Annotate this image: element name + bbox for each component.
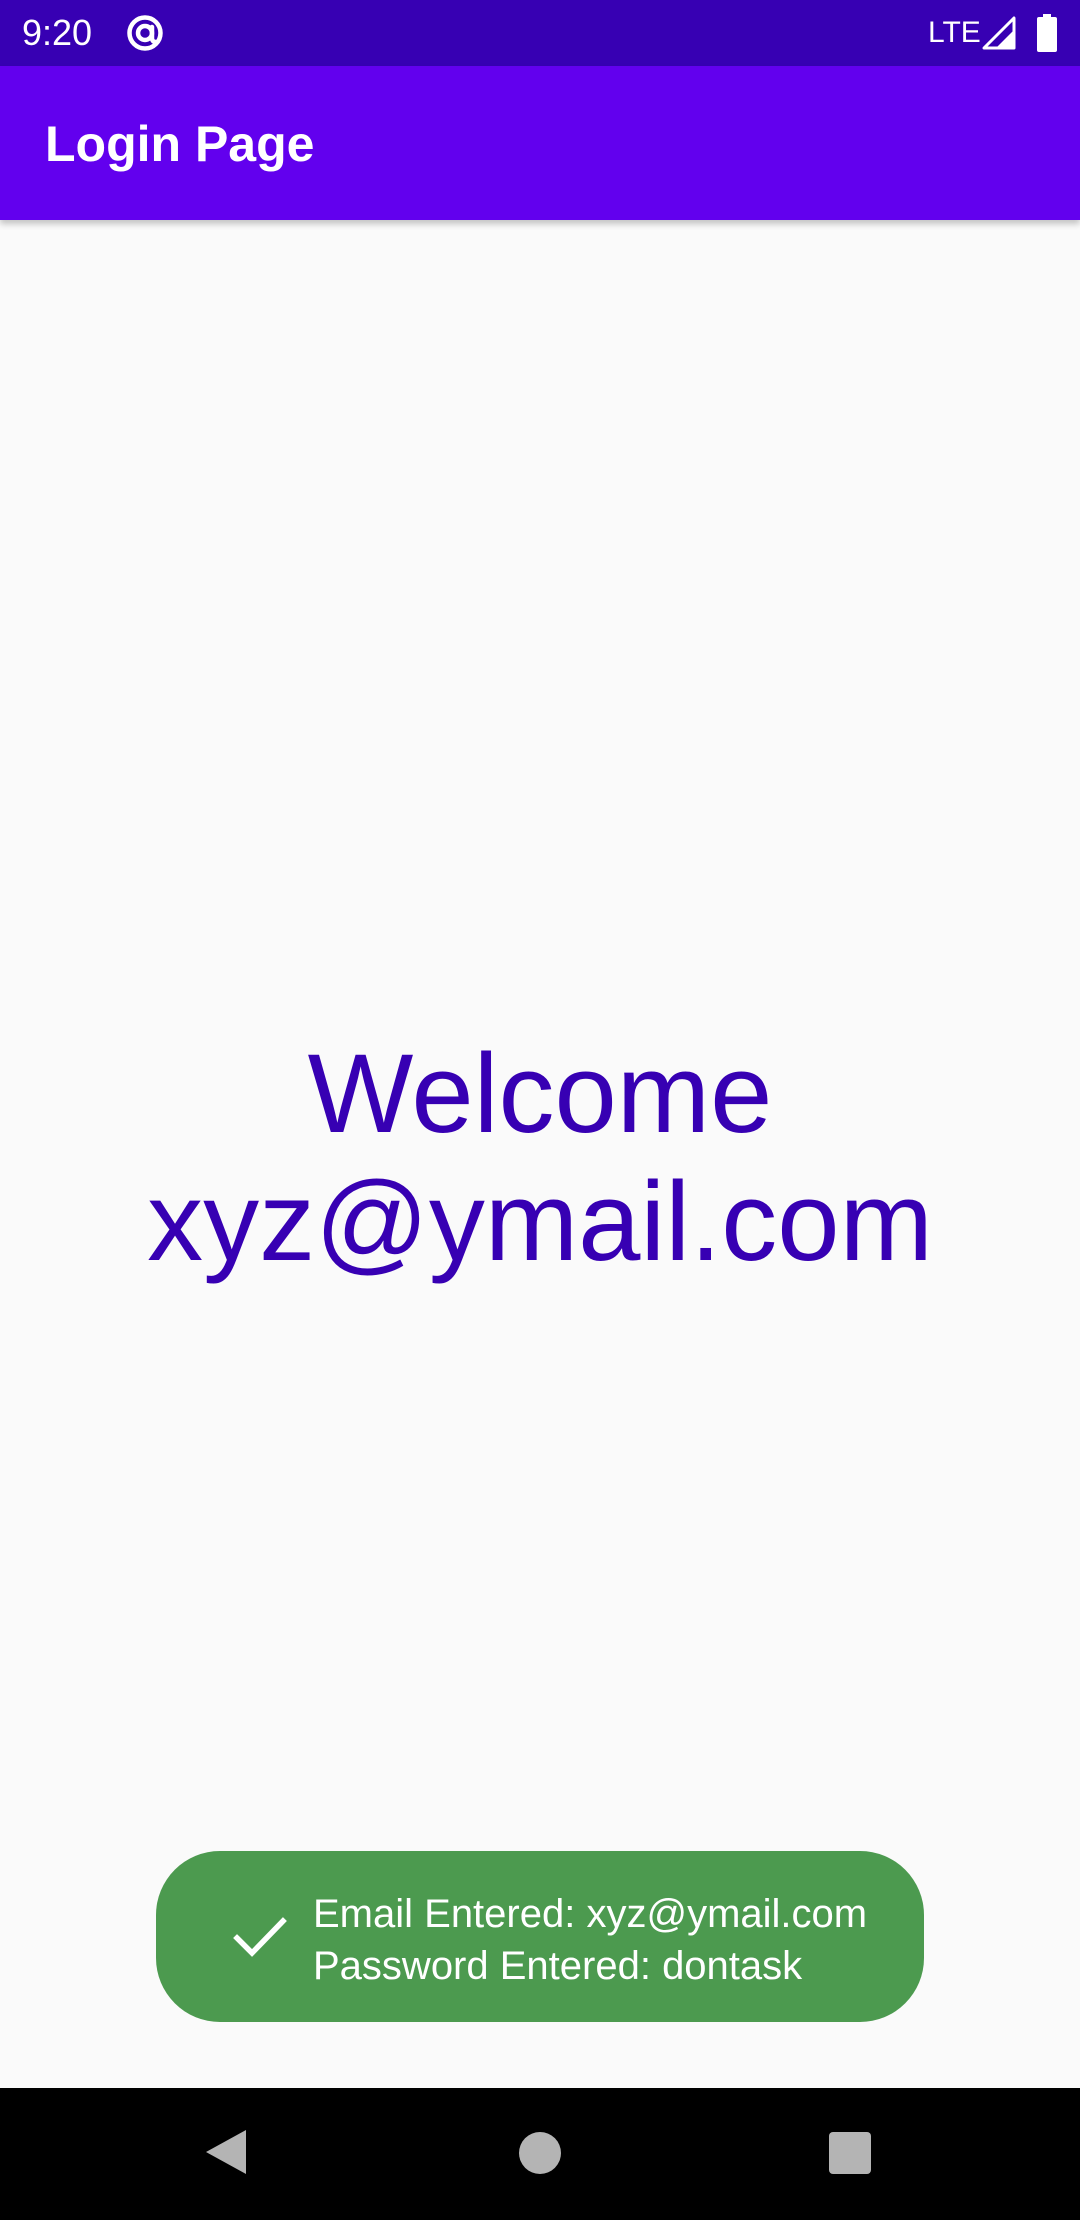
battery-icon [1037, 14, 1057, 52]
check-icon [233, 1917, 287, 1957]
home-icon[interactable] [519, 2132, 561, 2174]
at-sign-icon [127, 15, 163, 51]
login-snackbar: Email Entered: xyz@ymail.com Password En… [156, 1851, 924, 2022]
welcome-email: xyz@ymail.com [147, 1159, 933, 1284]
snackbar-password-line: Password Entered: dontask [313, 1944, 803, 1988]
snackbar-email-line: Email Entered: xyz@ymail.com [313, 1892, 868, 1936]
page-title: Login Page [45, 116, 315, 172]
back-icon[interactable] [204, 2128, 248, 2176]
status-time: 9:20 [22, 12, 93, 53]
welcome-message: Welcome xyz@ymail.com [0, 1030, 1080, 1286]
recents-icon[interactable] [829, 2132, 871, 2174]
navigation-bar [0, 2088, 1080, 2220]
welcome-greeting: Welcome [307, 1031, 773, 1156]
app-bar: Login Page [0, 66, 1080, 220]
signal-icon [982, 16, 1016, 50]
network-type: LTE [928, 16, 981, 49]
snackbar-message: Email Entered: xyz@ymail.com Password En… [313, 1888, 867, 1992]
status-bar: 9:20 LTE [0, 0, 1080, 66]
